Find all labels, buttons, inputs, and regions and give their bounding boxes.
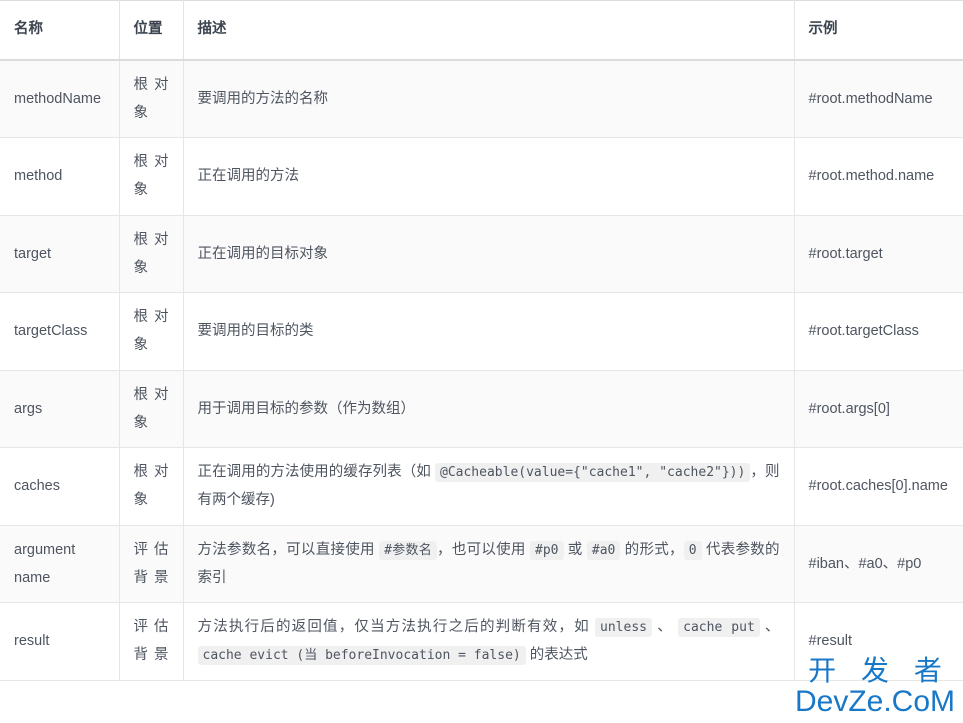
cell-description: 正在调用的方法 — [183, 137, 795, 216]
location-line-1: 评 估 — [133, 619, 169, 636]
spel-metadata-table-container: 名称 位置 描述 示例 methodName 根 对象要调用的方法的名称 #root… — [0, 0, 963, 723]
inline-code: cache evict (当 beforeInvocation = false) — [197, 646, 526, 666]
table-row: methodName 根 对象要调用的方法的名称 #root.methodName — [0, 59, 963, 139]
description-text: 、 — [652, 619, 679, 636]
table-row: targetClass 根 对象要调用的目标的类 #root.targetClass — [0, 292, 963, 371]
column-header-example: 示例 — [794, 0, 963, 61]
location-line-1: 根 对 — [133, 386, 169, 403]
table-header-row: 名称 位置 描述 示例 — [0, 0, 963, 61]
cell-name: target — [0, 215, 120, 294]
cell-example: #root.methodName — [794, 59, 963, 139]
column-header-description: 描述 — [183, 0, 795, 61]
cell-description: 正在调用的目标对象 — [183, 215, 795, 294]
description-text: 的表达式 — [525, 647, 588, 664]
inline-code: unless — [595, 618, 652, 638]
cell-name: methodName — [0, 59, 120, 139]
table-row: args 根 对象用于调用目标的参数（作为数组） #root.args[0] — [0, 370, 963, 449]
description-text: 正在调用的方法使用的缓存列表（如 — [197, 464, 435, 481]
cell-example: #result — [794, 602, 963, 681]
description-text: 要调用的目标的类 — [197, 323, 314, 340]
location-line-2: 象 — [133, 259, 149, 276]
cell-location: 根 对象 — [119, 137, 184, 216]
cell-name: argument name — [0, 525, 120, 604]
location-line-1: 评 估 — [133, 541, 169, 558]
location-line-2: 象 — [133, 337, 149, 354]
location-line-1: 根 对 — [133, 76, 169, 93]
location-line-2: 背景 — [133, 647, 169, 664]
cell-name: result — [0, 602, 120, 681]
location-line-2: 象 — [133, 104, 149, 121]
cell-location: 评 估背景 — [119, 602, 184, 681]
watermark-bottom-text: DevZe.CoM — [794, 685, 956, 718]
cell-description: 方法执行后的返回值，仅当方法执行之后的判断有效，如 unless 、 cache… — [183, 602, 795, 681]
description-text: ，也可以使用 — [437, 541, 531, 558]
cell-location: 根 对象 — [119, 447, 184, 526]
column-header-location: 位置 — [119, 0, 184, 61]
location-line-1: 根 对 — [133, 309, 169, 326]
description-text: 用于调用目标的参数（作为数组） — [197, 400, 416, 417]
inline-code: #a0 — [586, 540, 621, 560]
location-line-2: 背景 — [133, 569, 169, 586]
cell-description: 要调用的方法的名称 — [183, 59, 795, 139]
cell-description: 要调用的目标的类 — [183, 292, 795, 371]
location-line-2: 象 — [133, 492, 149, 509]
table-header: 名称 位置 描述 示例 — [0, 0, 963, 61]
location-line-2: 象 — [133, 182, 149, 199]
cell-name: args — [0, 370, 120, 449]
description-text: 的形式， — [620, 541, 684, 558]
cell-description: 用于调用目标的参数（作为数组） — [183, 370, 795, 449]
cell-name: targetClass — [0, 292, 120, 371]
description-text: 正在调用的方法 — [197, 168, 300, 185]
location-line-1: 根 对 — [133, 231, 169, 248]
table-row: caches 根 对象正在调用的方法使用的缓存列表（如 @Cacheable(va… — [0, 447, 963, 526]
cell-example: #iban、#a0、#p0 — [794, 525, 963, 604]
inline-code: @Cacheable(value={"cache1", "cache2"})) — [435, 463, 751, 483]
table-row: method 根 对象正在调用的方法 #root.method.name — [0, 137, 963, 216]
description-text: 方法执行后的返回值，仅当方法执行之后的判断有效，如 — [197, 619, 596, 636]
cell-example: #root.method.name — [794, 137, 963, 216]
cell-location: 评 估背景 — [119, 525, 184, 604]
table-row: argument name 评 估背景 方法参数名，可以直接使用 #参数名 ，也可以使… — [0, 525, 963, 604]
cell-example: #root.target — [794, 215, 963, 294]
location-line-1: 根 对 — [133, 154, 169, 171]
location-line-2: 象 — [133, 414, 149, 431]
description-text: 或 — [563, 541, 587, 558]
table-row: result 评 估背景 方法执行后的返回值，仅当方法执行之后的判断有效，如 unl… — [0, 602, 963, 681]
inline-code: #p0 — [530, 540, 564, 560]
table-body: methodName 根 对象要调用的方法的名称 #root.methodName m… — [0, 59, 963, 681]
spel-metadata-table: 名称 位置 描述 示例 methodName 根 对象要调用的方法的名称 #root… — [0, 0, 963, 681]
description-text: 方法参数名，可以直接使用 — [197, 541, 380, 558]
cell-example: #root.args[0] — [794, 370, 963, 449]
cell-location: 根 对象 — [119, 292, 184, 371]
cell-example: #root.targetClass — [794, 292, 963, 371]
cell-name: method — [0, 137, 120, 216]
cell-location: 根 对象 — [119, 215, 184, 294]
cell-name: caches — [0, 447, 120, 526]
table-row: target 根 对象正在调用的目标对象 #root.target — [0, 215, 963, 294]
inline-code: 0 — [683, 540, 702, 560]
inline-code: #参数名 — [379, 540, 438, 560]
description-text: 要调用的方法的名称 — [197, 90, 329, 107]
cell-location: 根 对象 — [119, 370, 184, 449]
inline-code: cache put — [678, 618, 760, 638]
cell-location: 根 对象 — [119, 59, 184, 139]
description-text: 、 — [759, 619, 780, 636]
column-header-name: 名称 — [0, 0, 120, 61]
cell-example: #root.caches[0].name — [794, 447, 963, 526]
cell-description: 正在调用的方法使用的缓存列表（如 @Cacheable(value={"cach… — [183, 447, 795, 526]
description-text: 正在调用的目标对象 — [197, 245, 329, 262]
location-line-1: 根 对 — [133, 464, 169, 481]
cell-description: 方法参数名，可以直接使用 #参数名 ，也可以使用 #p0 或 #a0 的形式， 0 … — [183, 525, 795, 604]
